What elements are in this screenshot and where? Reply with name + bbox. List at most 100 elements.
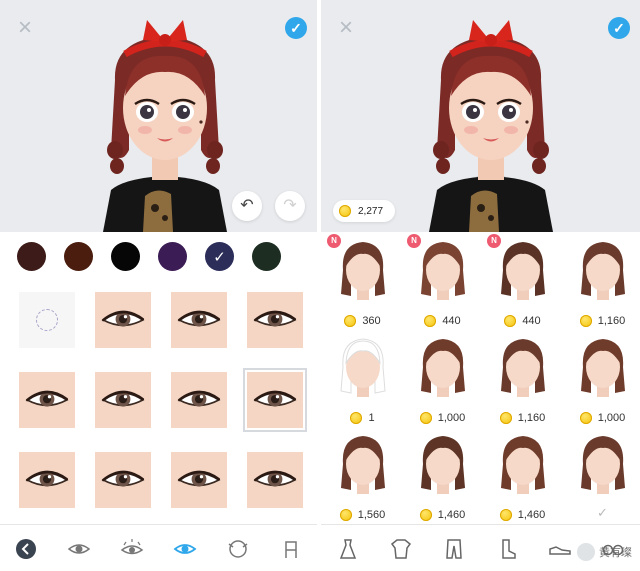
glasses-stand-icon[interactable] xyxy=(278,536,304,562)
price-value: 1,460 xyxy=(437,509,466,521)
coin-icon xyxy=(424,315,437,327)
item-price: 440 xyxy=(483,315,562,327)
item-price: 1,160 xyxy=(483,412,562,424)
coin-icon xyxy=(504,315,517,327)
confirm-check-icon[interactable]: ✓ xyxy=(285,17,307,39)
eye-option[interactable] xyxy=(95,372,151,428)
hair-preview-icon xyxy=(341,436,385,494)
eye-option[interactable] xyxy=(247,292,303,348)
item-price: 1,000 xyxy=(403,412,482,424)
price-value: 1,560 xyxy=(357,509,386,521)
hair-preview-icon xyxy=(340,338,386,397)
color-swatch[interactable]: ✓ xyxy=(205,242,234,271)
hair-item[interactable]: 1,160 xyxy=(563,232,640,329)
back-icon[interactable] xyxy=(13,536,39,562)
eye-shape-icon xyxy=(177,470,221,488)
avatar xyxy=(411,0,571,232)
color-swatch[interactable] xyxy=(158,242,187,271)
watermark-logo-icon xyxy=(577,543,595,561)
hair-preview-icon xyxy=(421,436,465,494)
eye-shape-icon xyxy=(101,470,145,488)
coin-icon xyxy=(419,509,432,521)
sneaker-icon[interactable] xyxy=(547,536,573,562)
coin-icon xyxy=(499,412,512,424)
item-price: 1 xyxy=(323,412,402,424)
eye-style-2-icon[interactable] xyxy=(119,536,145,562)
eyelash-icon[interactable] xyxy=(225,536,251,562)
eye-style-1-icon[interactable] xyxy=(66,536,92,562)
price-value: 1,160 xyxy=(517,412,546,424)
coin-balance-value: 2,277 xyxy=(358,205,384,217)
item-price: 1,460 xyxy=(483,509,562,521)
hair-item[interactable]: ✓ xyxy=(563,426,640,523)
eye-category-toolbar xyxy=(0,524,317,571)
item-price: 1,160 xyxy=(563,315,640,327)
new-badge: N xyxy=(487,234,501,248)
eye-shape-icon xyxy=(253,390,297,408)
eye-shape-icon xyxy=(177,310,221,328)
new-badge: N xyxy=(407,234,421,248)
coin-icon xyxy=(339,205,351,217)
eye-option[interactable] xyxy=(19,372,75,428)
close-icon[interactable]: × xyxy=(14,16,36,40)
selected-check-icon: ✓ xyxy=(213,248,226,266)
color-swatch[interactable] xyxy=(17,242,46,271)
hair-item[interactable]: 1,160 xyxy=(483,329,562,426)
color-swatch[interactable] xyxy=(111,242,140,271)
eye-option-none[interactable] xyxy=(19,292,75,348)
pants-icon[interactable] xyxy=(441,536,467,562)
hair-item[interactable]: 1,460 xyxy=(483,426,562,523)
color-swatch[interactable] xyxy=(64,242,93,271)
hair-preview-icon xyxy=(581,339,625,397)
coin-icon xyxy=(419,412,432,424)
close-icon[interactable]: × xyxy=(335,16,357,40)
eye-option[interactable] xyxy=(95,452,151,508)
coin-icon xyxy=(339,509,352,521)
price-value: 1 xyxy=(368,412,375,424)
hair-item[interactable]: 1,000 xyxy=(563,329,640,426)
eye-style-3-icon[interactable] xyxy=(172,536,198,562)
eye-option[interactable] xyxy=(243,368,307,432)
hair-preview-icon xyxy=(421,242,465,300)
coin-balance: 2,277 xyxy=(333,200,396,222)
item-price: 360 xyxy=(323,315,402,327)
undo-icon[interactable]: ↶ xyxy=(232,191,262,221)
hair-item[interactable]: 1,000 xyxy=(403,329,482,426)
hair-item[interactable]: N 360 xyxy=(323,232,402,329)
redo-icon[interactable]: ↷ xyxy=(275,191,305,221)
eye-shape-icon xyxy=(101,310,145,328)
hair-preview-icon xyxy=(501,242,545,300)
dress-icon[interactable] xyxy=(335,536,361,562)
eye-shape-grid xyxy=(0,280,317,524)
price-value: 440 xyxy=(522,315,541,327)
item-price: 440 xyxy=(403,315,482,327)
hair-item[interactable]: 1,560 xyxy=(323,426,402,523)
shirt-icon[interactable] xyxy=(388,536,414,562)
color-swatch[interactable] xyxy=(252,242,281,271)
eye-option[interactable] xyxy=(171,452,227,508)
price-value: 360 xyxy=(362,315,381,327)
avatar-preview: × ✓ ↶ ↷ xyxy=(0,0,317,232)
confirm-check-icon[interactable]: ✓ xyxy=(608,17,630,39)
eye-option[interactable] xyxy=(171,292,227,348)
coin-icon xyxy=(579,412,592,424)
hair-item[interactable]: 1 xyxy=(323,329,402,426)
eye-option[interactable] xyxy=(95,292,151,348)
eye-option[interactable] xyxy=(247,452,303,508)
hair-item[interactable]: 1,460 xyxy=(403,426,482,523)
hair-item-grid: N 360 N 440 N 440 1,160 1 1,000 1,160 1,000 1,560 1,… xyxy=(321,232,640,524)
coin-icon xyxy=(499,509,512,521)
coin-icon xyxy=(350,412,363,424)
eye-shape-icon xyxy=(25,470,69,488)
watermark: 黄有璨 xyxy=(577,543,632,561)
eye-option[interactable] xyxy=(19,452,75,508)
avatar-preview: × ✓ 2,277 xyxy=(321,0,640,232)
eye-option[interactable] xyxy=(171,372,227,428)
price-value: 1,000 xyxy=(437,412,466,424)
hair-item[interactable]: N 440 xyxy=(483,232,562,329)
new-badge: N xyxy=(327,234,341,248)
eye-shape-icon xyxy=(101,390,145,408)
boot-icon[interactable] xyxy=(494,536,520,562)
hair-item[interactable]: N 440 xyxy=(403,232,482,329)
eye-editor-panel: × ✓ ↶ ↷ ✓ xyxy=(0,0,317,571)
